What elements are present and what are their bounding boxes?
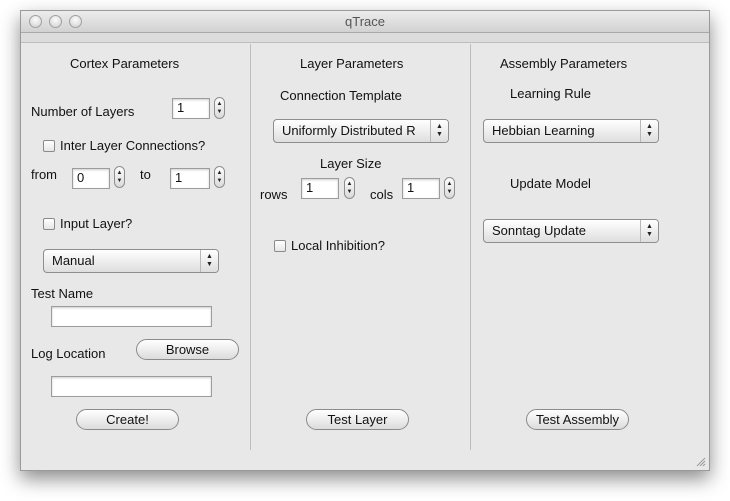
window-title: qTrace	[345, 14, 385, 29]
select-arrows-icon: ▲ ▼	[640, 120, 658, 142]
rows-stepper[interactable]: ▲ ▼	[344, 177, 355, 199]
layer-heading: Layer Parameters	[300, 56, 404, 71]
connection-template-label: Connection Template	[280, 88, 402, 103]
stepper-up-icon: ▲	[216, 101, 223, 107]
browse-button[interactable]: Browse	[136, 339, 239, 360]
to-stepper[interactable]: ▲ ▼	[214, 166, 225, 188]
connection-template-value: Uniformly Distributed R	[282, 123, 416, 138]
stepper-up-icon: ▲	[346, 181, 353, 187]
test-layer-button[interactable]: Test Layer	[306, 409, 409, 430]
input-mode-select[interactable]: Manual ▲ ▼	[43, 249, 219, 273]
stepper-up-icon: ▲	[116, 170, 123, 176]
input-layer-label: Input Layer?	[60, 216, 133, 231]
input-layer-checkbox[interactable]	[43, 218, 55, 230]
log-location-label: Log Location	[31, 346, 106, 361]
input-mode-value: Manual	[52, 253, 95, 268]
rows-field[interactable]: 1	[301, 178, 339, 199]
rows-label: rows	[260, 187, 288, 202]
num-layers-stepper[interactable]: ▲ ▼	[214, 97, 225, 119]
stepper-down-icon: ▼	[216, 109, 223, 115]
stepper-down-icon: ▼	[446, 189, 453, 195]
test-name-field[interactable]	[51, 306, 212, 327]
select-arrows-icon: ▲ ▼	[200, 250, 218, 272]
update-model-label: Update Model	[510, 176, 591, 191]
panel-divider-1	[250, 44, 251, 450]
local-inhibition-label: Local Inhibition?	[291, 238, 385, 253]
connection-template-select[interactable]: Uniformly Distributed R ▲ ▼	[273, 119, 449, 143]
stepper-down-icon: ▼	[116, 178, 123, 184]
inter-layer-label: Inter Layer Connections?	[60, 138, 206, 153]
panel-divider-2	[470, 44, 471, 450]
cols-stepper[interactable]: ▲ ▼	[444, 177, 455, 199]
to-field[interactable]: 1	[170, 168, 210, 189]
test-assembly-button[interactable]: Test Assembly	[526, 409, 629, 430]
log-location-field[interactable]	[51, 376, 212, 397]
create-button[interactable]: Create!	[76, 409, 179, 430]
inter-layer-checkbox[interactable]	[43, 140, 55, 152]
stepper-down-icon: ▼	[346, 189, 353, 195]
title-bar[interactable]: qTrace	[21, 11, 709, 33]
test-name-label: Test Name	[31, 286, 94, 301]
assembly-heading: Assembly Parameters	[500, 56, 628, 71]
to-label: to	[140, 167, 151, 182]
stepper-down-icon: ▼	[216, 178, 223, 184]
learning-rule-select[interactable]: Hebbian Learning ▲ ▼	[483, 119, 659, 143]
layer-size-label: Layer Size	[320, 156, 382, 171]
update-model-select[interactable]: Sonntag Update ▲ ▼	[483, 219, 659, 243]
num-layers-label: Number of Layers	[31, 104, 135, 119]
resize-grip-icon[interactable]	[696, 457, 706, 467]
learning-rule-value: Hebbian Learning	[492, 123, 595, 138]
toolbar-strip	[21, 33, 709, 43]
stepper-up-icon: ▲	[446, 181, 453, 187]
app-window: qTrace Cortex Parameters Number of Layer…	[20, 10, 710, 471]
from-field[interactable]: 0	[72, 168, 110, 189]
stepper-up-icon: ▲	[216, 170, 223, 176]
from-stepper[interactable]: ▲ ▼	[114, 166, 125, 188]
cols-field[interactable]: 1	[402, 178, 440, 199]
num-layers-field[interactable]: 1	[172, 98, 210, 119]
from-label: from	[31, 167, 57, 182]
learning-rule-label: Learning Rule	[510, 86, 591, 101]
cols-label: cols	[370, 187, 394, 202]
update-model-value: Sonntag Update	[492, 223, 586, 238]
cortex-heading: Cortex Parameters	[70, 56, 180, 71]
select-arrows-icon: ▲ ▼	[640, 220, 658, 242]
select-arrows-icon: ▲ ▼	[430, 120, 448, 142]
local-inhibition-checkbox[interactable]	[274, 240, 286, 252]
